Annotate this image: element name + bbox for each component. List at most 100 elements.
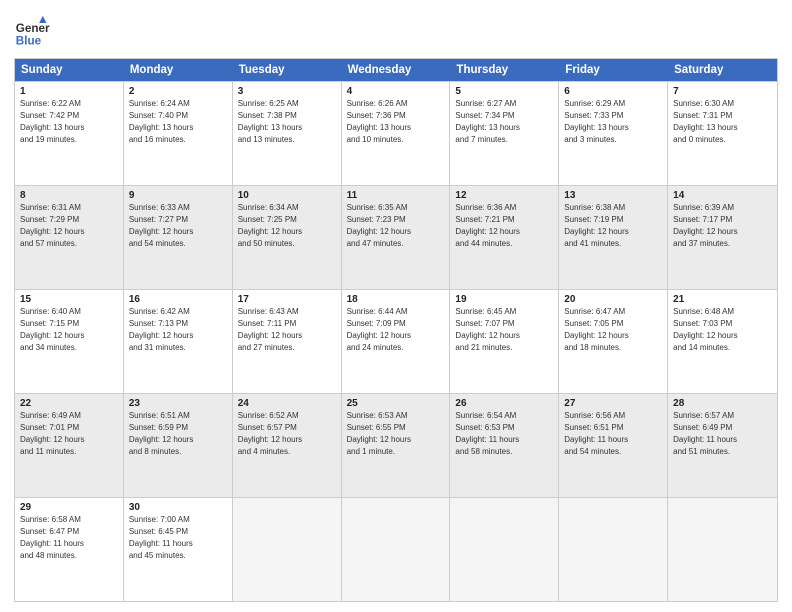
calendar-cell: 26Sunrise: 6:54 AMSunset: 6:53 PMDayligh…	[450, 394, 559, 497]
sun-info: Sunrise: 6:36 AMSunset: 7:21 PMDaylight:…	[455, 202, 553, 250]
day-number: 27	[564, 398, 662, 409]
sun-info: Sunrise: 6:44 AMSunset: 7:09 PMDaylight:…	[347, 306, 445, 354]
sun-info: Sunrise: 6:54 AMSunset: 6:53 PMDaylight:…	[455, 410, 553, 458]
sun-info: Sunrise: 6:51 AMSunset: 6:59 PMDaylight:…	[129, 410, 227, 458]
day-number: 3	[238, 86, 336, 97]
calendar-cell: 3Sunrise: 6:25 AMSunset: 7:38 PMDaylight…	[233, 82, 342, 185]
calendar-cell: 24Sunrise: 6:52 AMSunset: 6:57 PMDayligh…	[233, 394, 342, 497]
calendar-cell	[342, 498, 451, 601]
calendar-cell	[450, 498, 559, 601]
day-number: 23	[129, 398, 227, 409]
calendar-cell: 2Sunrise: 6:24 AMSunset: 7:40 PMDaylight…	[124, 82, 233, 185]
calendar-cell: 20Sunrise: 6:47 AMSunset: 7:05 PMDayligh…	[559, 290, 668, 393]
sun-info: Sunrise: 6:56 AMSunset: 6:51 PMDaylight:…	[564, 410, 662, 458]
calendar-cell: 6Sunrise: 6:29 AMSunset: 7:33 PMDaylight…	[559, 82, 668, 185]
sun-info: Sunrise: 6:58 AMSunset: 6:47 PMDaylight:…	[20, 514, 118, 562]
calendar-cell: 12Sunrise: 6:36 AMSunset: 7:21 PMDayligh…	[450, 186, 559, 289]
calendar-cell: 22Sunrise: 6:49 AMSunset: 7:01 PMDayligh…	[15, 394, 124, 497]
calendar-row: 8Sunrise: 6:31 AMSunset: 7:29 PMDaylight…	[15, 186, 777, 290]
calendar-cell: 1Sunrise: 6:22 AMSunset: 7:42 PMDaylight…	[15, 82, 124, 185]
sun-info: Sunrise: 6:27 AMSunset: 7:34 PMDaylight:…	[455, 98, 553, 146]
sun-info: Sunrise: 6:40 AMSunset: 7:15 PMDaylight:…	[20, 306, 118, 354]
day-number: 5	[455, 86, 553, 97]
day-number: 18	[347, 294, 445, 305]
day-number: 9	[129, 190, 227, 201]
sun-info: Sunrise: 6:42 AMSunset: 7:13 PMDaylight:…	[129, 306, 227, 354]
day-number: 15	[20, 294, 118, 305]
calendar-cell	[233, 498, 342, 601]
calendar-header-cell: Wednesday	[342, 59, 451, 81]
calendar-header-cell: Saturday	[668, 59, 777, 81]
day-number: 29	[20, 502, 118, 513]
svg-text:Blue: Blue	[16, 35, 42, 48]
sun-info: Sunrise: 6:30 AMSunset: 7:31 PMDaylight:…	[673, 98, 772, 146]
day-number: 16	[129, 294, 227, 305]
day-number: 20	[564, 294, 662, 305]
calendar-header: SundayMondayTuesdayWednesdayThursdayFrid…	[15, 59, 777, 81]
calendar-cell	[668, 498, 777, 601]
calendar-cell: 16Sunrise: 6:42 AMSunset: 7:13 PMDayligh…	[124, 290, 233, 393]
calendar-header-cell: Monday	[124, 59, 233, 81]
calendar-cell: 19Sunrise: 6:45 AMSunset: 7:07 PMDayligh…	[450, 290, 559, 393]
day-number: 4	[347, 86, 445, 97]
day-number: 13	[564, 190, 662, 201]
day-number: 25	[347, 398, 445, 409]
sun-info: Sunrise: 6:53 AMSunset: 6:55 PMDaylight:…	[347, 410, 445, 458]
day-number: 24	[238, 398, 336, 409]
day-number: 19	[455, 294, 553, 305]
calendar-cell: 27Sunrise: 6:56 AMSunset: 6:51 PMDayligh…	[559, 394, 668, 497]
sun-info: Sunrise: 6:29 AMSunset: 7:33 PMDaylight:…	[564, 98, 662, 146]
page-header: General Blue	[14, 10, 778, 50]
calendar-cell: 30Sunrise: 7:00 AMSunset: 6:45 PMDayligh…	[124, 498, 233, 601]
calendar-cell: 13Sunrise: 6:38 AMSunset: 7:19 PMDayligh…	[559, 186, 668, 289]
calendar-cell: 7Sunrise: 6:30 AMSunset: 7:31 PMDaylight…	[668, 82, 777, 185]
svg-text:General: General	[16, 22, 50, 35]
day-number: 17	[238, 294, 336, 305]
sun-info: Sunrise: 6:25 AMSunset: 7:38 PMDaylight:…	[238, 98, 336, 146]
sun-info: Sunrise: 6:48 AMSunset: 7:03 PMDaylight:…	[673, 306, 772, 354]
sun-info: Sunrise: 6:38 AMSunset: 7:19 PMDaylight:…	[564, 202, 662, 250]
logo-icon: General Blue	[14, 14, 50, 50]
sun-info: Sunrise: 6:45 AMSunset: 7:07 PMDaylight:…	[455, 306, 553, 354]
sun-info: Sunrise: 6:31 AMSunset: 7:29 PMDaylight:…	[20, 202, 118, 250]
calendar-cell: 8Sunrise: 6:31 AMSunset: 7:29 PMDaylight…	[15, 186, 124, 289]
calendar-row: 1Sunrise: 6:22 AMSunset: 7:42 PMDaylight…	[15, 82, 777, 186]
day-number: 8	[20, 190, 118, 201]
calendar-cell: 28Sunrise: 6:57 AMSunset: 6:49 PMDayligh…	[668, 394, 777, 497]
day-number: 22	[20, 398, 118, 409]
calendar: SundayMondayTuesdayWednesdayThursdayFrid…	[14, 58, 778, 602]
calendar-cell: 14Sunrise: 6:39 AMSunset: 7:17 PMDayligh…	[668, 186, 777, 289]
logo: General Blue	[14, 14, 54, 50]
sun-info: Sunrise: 6:33 AMSunset: 7:27 PMDaylight:…	[129, 202, 227, 250]
calendar-cell: 18Sunrise: 6:44 AMSunset: 7:09 PMDayligh…	[342, 290, 451, 393]
day-number: 30	[129, 502, 227, 513]
calendar-cell: 23Sunrise: 6:51 AMSunset: 6:59 PMDayligh…	[124, 394, 233, 497]
calendar-cell	[559, 498, 668, 601]
calendar-cell: 11Sunrise: 6:35 AMSunset: 7:23 PMDayligh…	[342, 186, 451, 289]
sun-info: Sunrise: 6:26 AMSunset: 7:36 PMDaylight:…	[347, 98, 445, 146]
calendar-cell: 21Sunrise: 6:48 AMSunset: 7:03 PMDayligh…	[668, 290, 777, 393]
day-number: 6	[564, 86, 662, 97]
sun-info: Sunrise: 6:24 AMSunset: 7:40 PMDaylight:…	[129, 98, 227, 146]
calendar-header-cell: Sunday	[15, 59, 124, 81]
day-number: 2	[129, 86, 227, 97]
sun-info: Sunrise: 6:43 AMSunset: 7:11 PMDaylight:…	[238, 306, 336, 354]
calendar-row: 15Sunrise: 6:40 AMSunset: 7:15 PMDayligh…	[15, 290, 777, 394]
sun-info: Sunrise: 7:00 AMSunset: 6:45 PMDaylight:…	[129, 514, 227, 562]
day-number: 14	[673, 190, 772, 201]
calendar-cell: 10Sunrise: 6:34 AMSunset: 7:25 PMDayligh…	[233, 186, 342, 289]
calendar-header-cell: Tuesday	[233, 59, 342, 81]
sun-info: Sunrise: 6:47 AMSunset: 7:05 PMDaylight:…	[564, 306, 662, 354]
day-number: 28	[673, 398, 772, 409]
calendar-body: 1Sunrise: 6:22 AMSunset: 7:42 PMDaylight…	[14, 81, 778, 602]
calendar-row: 29Sunrise: 6:58 AMSunset: 6:47 PMDayligh…	[15, 498, 777, 601]
calendar-row: 22Sunrise: 6:49 AMSunset: 7:01 PMDayligh…	[15, 394, 777, 498]
calendar-header-cell: Thursday	[450, 59, 559, 81]
calendar-cell: 15Sunrise: 6:40 AMSunset: 7:15 PMDayligh…	[15, 290, 124, 393]
calendar-header-cell: Friday	[559, 59, 668, 81]
day-number: 11	[347, 190, 445, 201]
day-number: 7	[673, 86, 772, 97]
day-number: 21	[673, 294, 772, 305]
day-number: 12	[455, 190, 553, 201]
calendar-cell: 5Sunrise: 6:27 AMSunset: 7:34 PMDaylight…	[450, 82, 559, 185]
